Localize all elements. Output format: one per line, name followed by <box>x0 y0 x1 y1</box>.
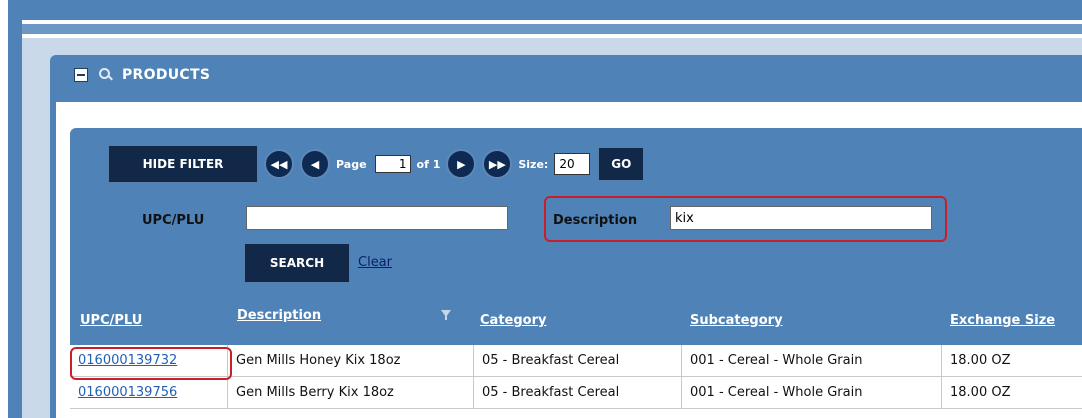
exchange-size-cell: 18.00 OZ <box>950 385 1011 400</box>
upc-filter-input[interactable] <box>246 206 508 230</box>
page-label: Page <box>336 157 367 171</box>
page-input[interactable] <box>374 155 411 173</box>
prev-page-icon[interactable]: ◀ <box>300 149 330 179</box>
subcategory-cell: 001 - Cereal - Whole Grain <box>682 345 942 376</box>
first-page-icon[interactable]: ◀◀ <box>264 149 294 179</box>
description-highlight <box>544 196 947 242</box>
exchange-size-cell: 18.00 OZ <box>950 353 1011 368</box>
top-band <box>22 24 1082 34</box>
search-button[interactable]: SEARCH <box>244 243 350 283</box>
upc-cell: 016000139756 <box>70 377 228 408</box>
hide-filter-button[interactable]: HIDE FILTER <box>108 145 258 183</box>
column-header-exchange-size[interactable]: Exchange Size <box>950 313 1055 328</box>
pager: HIDE FILTER ◀◀ ◀ Page of 1 ▶ ▶▶ Size: GO <box>108 145 645 183</box>
page-size-input[interactable] <box>554 153 591 175</box>
description-cell: Gen Mills Berry Kix 18oz <box>228 377 474 408</box>
category-cell: 05 - Breakfast Cereal <box>474 345 682 376</box>
last-page-icon[interactable]: ▶▶ <box>482 149 513 179</box>
table-row: 016000139756 Gen Mills Berry Kix 18oz 05… <box>70 377 1082 409</box>
subcategory-cell: 001 - Cereal - Whole Grain <box>682 377 942 408</box>
clear-link[interactable]: Clear <box>358 255 392 270</box>
table-header <box>70 298 1082 344</box>
panel-title: PRODUCTS <box>122 67 211 83</box>
column-header-category[interactable]: Category <box>480 313 546 328</box>
description-cell: Gen Mills Honey Kix 18oz <box>228 345 474 376</box>
column-header-description[interactable]: Description <box>237 308 321 323</box>
category-cell: 05 - Breakfast Cereal <box>474 377 682 408</box>
collapse-icon[interactable] <box>74 68 88 82</box>
go-button[interactable]: GO <box>598 147 645 181</box>
filter-icon[interactable] <box>441 310 451 320</box>
upc-filter-label: UPC/PLU <box>142 213 205 228</box>
upc-link[interactable]: 016000139756 <box>78 385 177 400</box>
column-header-subcategory[interactable]: Subcategory <box>690 313 783 328</box>
next-page-icon[interactable]: ▶ <box>446 149 477 179</box>
upc-highlight <box>70 347 232 380</box>
size-label: Size: <box>518 157 549 171</box>
panel-header: PRODUCTS <box>74 64 210 86</box>
search-icon[interactable] <box>98 67 114 83</box>
page-count-label: of 1 <box>416 157 441 171</box>
column-header-upc[interactable]: UPC/PLU <box>80 313 142 328</box>
